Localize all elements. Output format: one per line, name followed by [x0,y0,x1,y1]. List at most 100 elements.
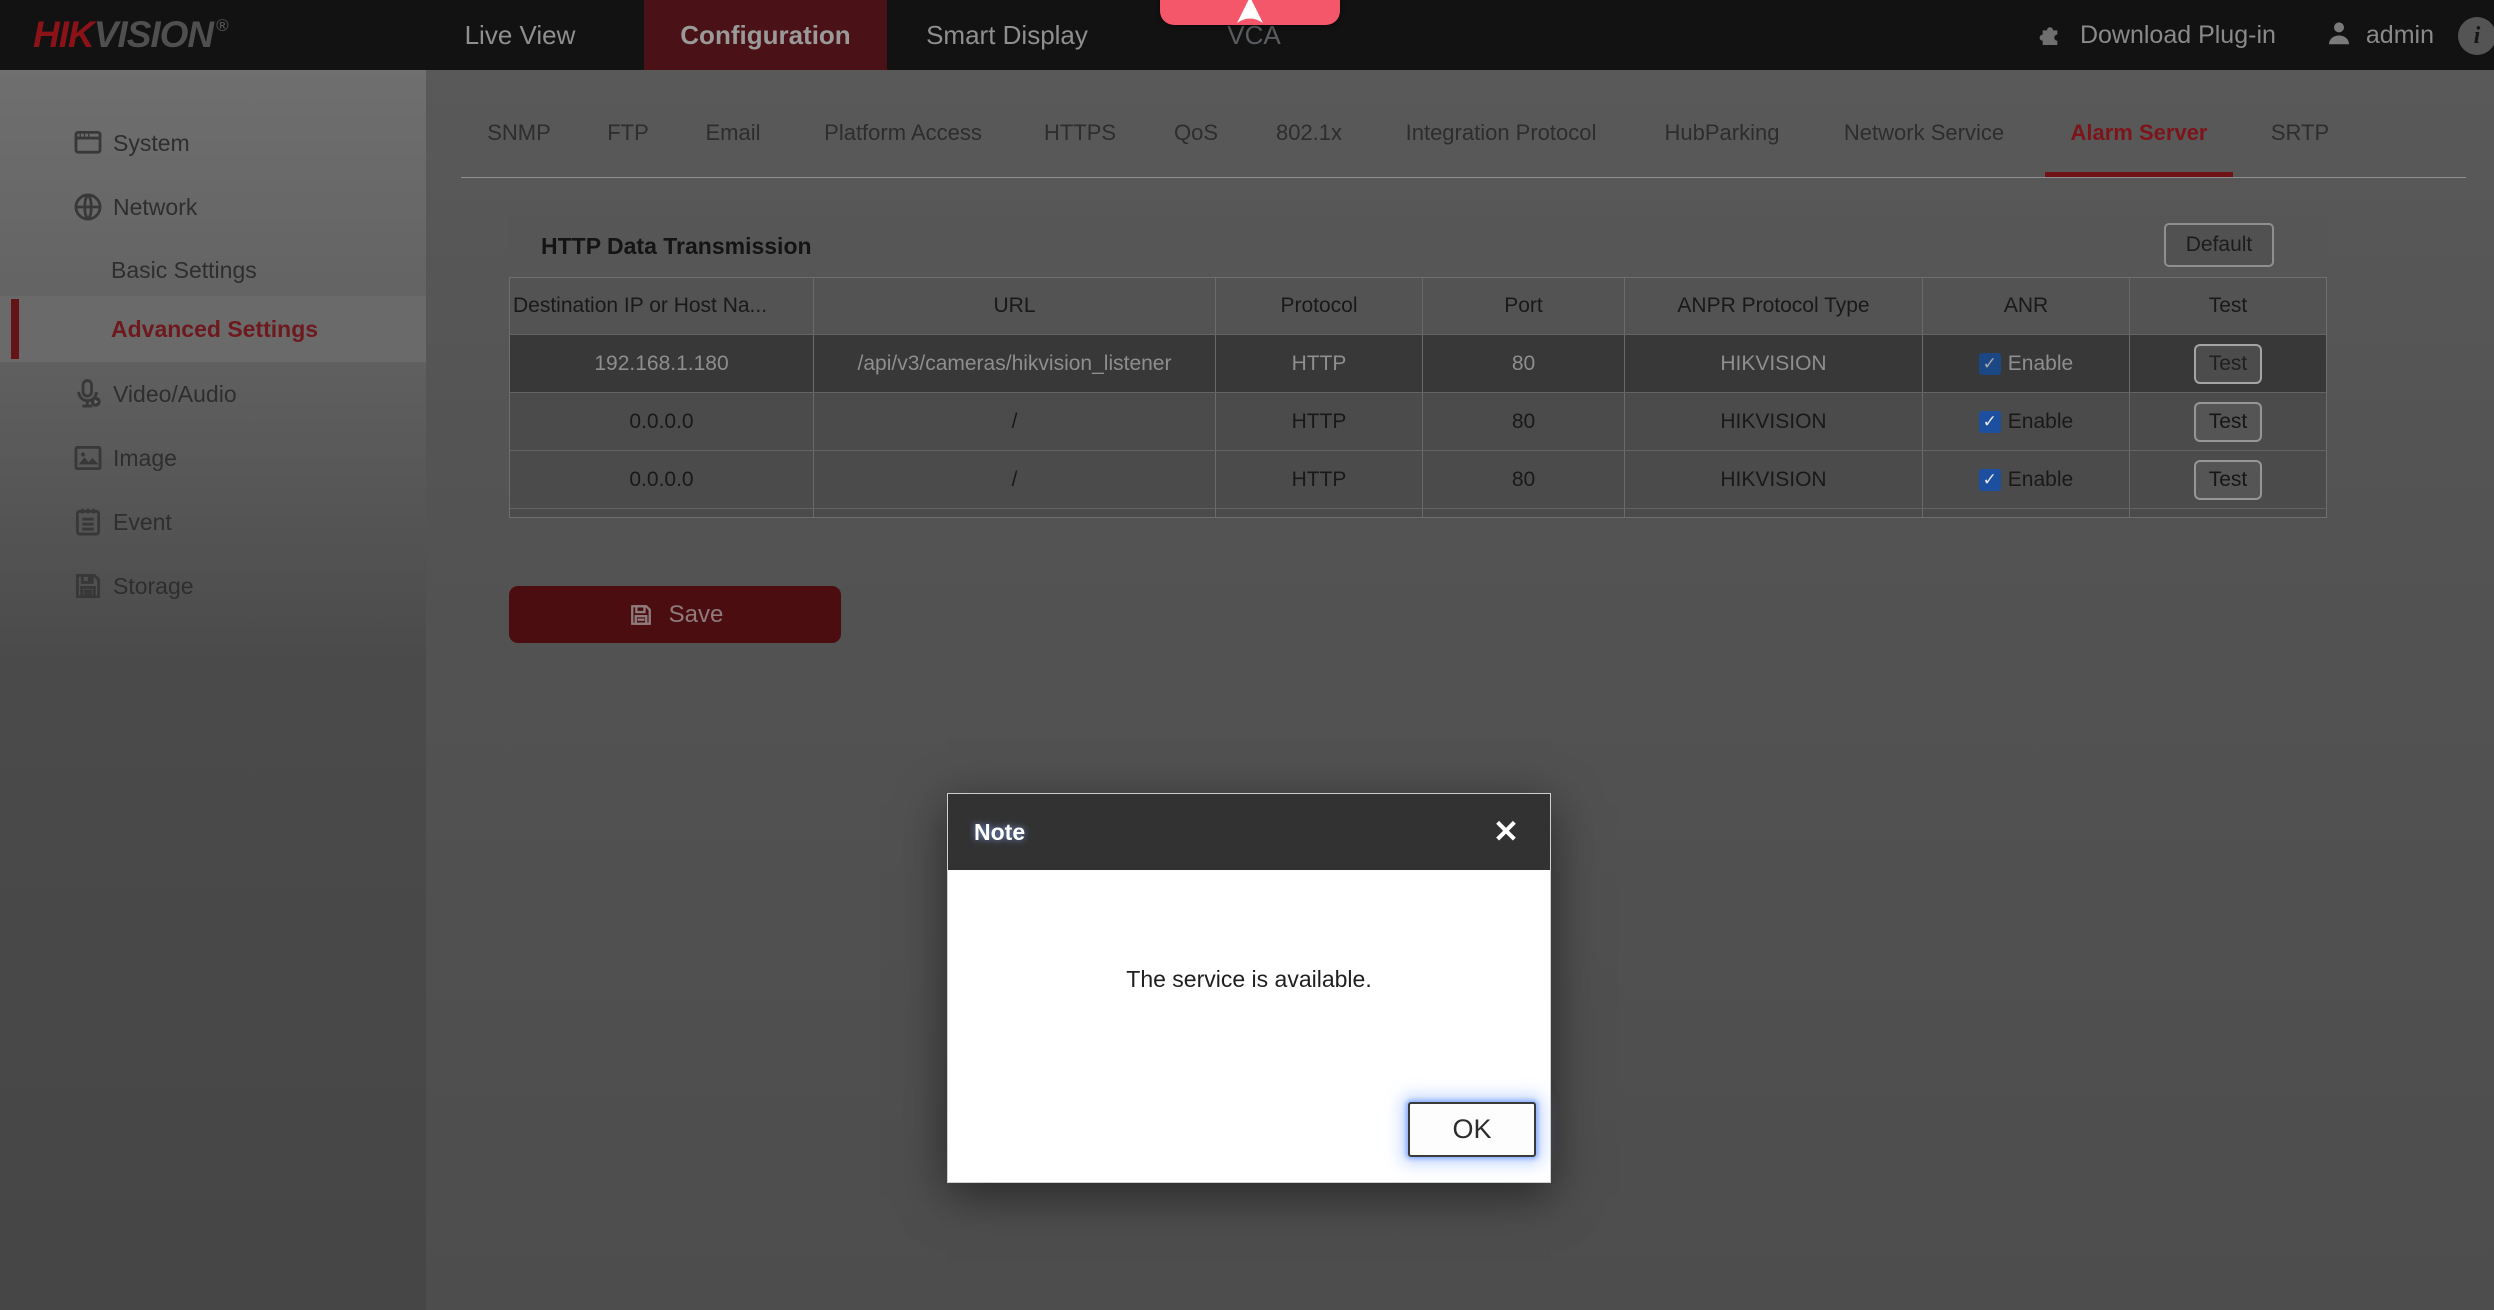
active-indicator-bar [11,299,19,359]
sidebar-item-label: System [113,130,190,157]
save-button-label: Save [669,601,724,629]
sidebar-item-network[interactable]: Network [0,175,426,239]
cell-port: 80 [1423,451,1625,508]
test-button[interactable]: Test [2194,460,2262,500]
cell-anpr-type: HIKVISION [1625,451,1923,508]
anr-enable-checkbox[interactable]: ✓ [1979,353,2001,375]
anr-enable-label: Enable [2008,352,2073,376]
tab-network-service[interactable]: Network Service [1844,120,2004,146]
sidebar-item-storage[interactable]: Storage [0,554,426,618]
nav-item-smart-display[interactable]: Smart Display [907,0,1107,70]
nav-item-live-view[interactable]: Live View [430,0,610,70]
download-plugin-link[interactable]: Download Plug-in [2080,21,2276,50]
cell-port: 80 [1423,335,1625,392]
tab-qos[interactable]: QoS [1174,120,1218,146]
dialog-message: The service is available. [948,966,1550,993]
tab-ftp[interactable]: FTP [607,120,649,146]
cell-anr: ✓ Enable [1923,451,2130,508]
cell-protocol: HTTP [1216,393,1423,450]
test-button[interactable]: Test [2194,344,2262,384]
cell-test: Test [2130,393,2326,450]
sidebar-item-event[interactable]: Event [0,490,426,554]
sidebar-item-video-audio[interactable]: Video/Audio [0,362,426,426]
image-icon [70,440,106,476]
section-title: HTTP Data Transmission [541,216,812,277]
cell-protocol: HTTP [1216,335,1423,392]
column-header-anpr-type: ANPR Protocol Type [1625,278,1923,334]
note-dialog: Note ✕ The service is available. OK [947,793,1551,1183]
sidebar-item-label: Basic Settings [111,257,257,284]
sidebar-item-label: Advanced Settings [111,316,318,343]
column-header-protocol: Protocol [1216,278,1423,334]
dialog-title: Note [974,794,1025,870]
table-row[interactable]: 0.0.0.0 / HTTP 80 HIKVISION ✓ Enable Tes… [510,392,2326,450]
column-header-test: Test [2130,278,2326,334]
anr-enable-checkbox[interactable]: ✓ [1979,411,2001,433]
anr-enable-label: Enable [2008,410,2073,434]
hikvision-logo: HIKVISION® [33,0,228,70]
sidebar-item-system[interactable]: System [0,111,426,175]
close-icon[interactable]: ✕ [1486,812,1526,852]
cell-anpr-type: HIKVISION [1625,393,1923,450]
cell-url: / [814,393,1216,450]
table-partial-row [510,508,2326,517]
tab-integration-protocol[interactable]: Integration Protocol [1406,120,1597,146]
tab-email[interactable]: Email [705,120,760,146]
logo-hik: HIK [33,14,94,56]
active-tab-underline [2045,172,2233,177]
sidebar-item-label: Network [113,194,197,221]
cell-port: 80 [1423,393,1625,450]
network-icon [70,189,106,225]
info-icon[interactable]: i [2458,17,2494,55]
sidebar-item-advanced-settings[interactable]: Advanced Settings [0,296,426,362]
arrow-up-icon [1235,0,1265,23]
tab-8021x[interactable]: 802.1x [1276,120,1342,146]
tab-alarm-server[interactable]: Alarm Server [2071,120,2208,146]
hikvision-config-screen: HIKVISION® Live View Configuration Smart… [0,0,2494,1310]
sidebar-item-image[interactable]: Image [0,426,426,490]
cell-protocol: HTTP [1216,451,1423,508]
table-header-row: Destination IP or Host Na... URL Protoco… [510,278,2326,334]
event-icon [70,504,106,540]
sidebar-item-label: Video/Audio [113,381,237,408]
user-name[interactable]: admin [2366,21,2434,50]
ok-button[interactable]: OK [1408,1102,1536,1157]
user-icon [2324,18,2354,53]
tab-srtp[interactable]: SRTP [2271,120,2329,146]
save-button[interactable]: Save [509,586,841,643]
tab-https[interactable]: HTTPS [1044,120,1116,146]
tab-hubparking[interactable]: HubParking [1665,120,1780,146]
save-icon [627,601,655,629]
sidebar-item-label: Event [113,509,172,536]
cell-url: / [814,451,1216,508]
cell-destination-ip: 0.0.0.0 [510,393,814,450]
sidebar: System Network Basic Settings Advanced S… [0,70,426,1310]
nav-item-configuration[interactable]: Configuration [644,0,887,70]
storage-icon [70,568,106,604]
sidebar-item-basic-settings[interactable]: Basic Settings [0,238,426,302]
tabs-separator [461,177,2466,178]
http-data-transmission-panel: HTTP Data Transmission Default Destinati… [509,216,2327,516]
anr-enable-label: Enable [2008,468,2073,492]
cell-anpr-type: HIKVISION [1625,335,1923,392]
tab-snmp[interactable]: SNMP [487,120,551,146]
column-header-anr: ANR [1923,278,2130,334]
table-row[interactable]: 0.0.0.0 / HTTP 80 HIKVISION ✓ Enable Tes… [510,450,2326,508]
note-dialog-header: Note ✕ [948,794,1550,870]
plugin-puzzle-icon [2036,17,2068,54]
default-button[interactable]: Default [2164,223,2274,267]
anr-enable-checkbox[interactable]: ✓ [1979,469,2001,491]
cell-anr: ✓ Enable [1923,393,2130,450]
registered-mark: ® [216,16,228,36]
logo-vision: VISION [94,14,213,56]
cell-test: Test [2130,335,2326,392]
test-button[interactable]: Test [2194,402,2262,442]
vca-notification-badge[interactable] [1160,0,1340,25]
table-row[interactable]: 192.168.1.180 /api/v3/cameras/hikvision_… [510,334,2326,392]
nav-right-cluster: Download Plug-in admin [2036,0,2434,70]
cell-anr: ✓ Enable [1923,335,2130,392]
video-audio-icon [70,376,106,412]
tab-platform-access[interactable]: Platform Access [824,120,982,146]
sidebar-item-label: Image [113,445,177,472]
cell-test: Test [2130,451,2326,508]
